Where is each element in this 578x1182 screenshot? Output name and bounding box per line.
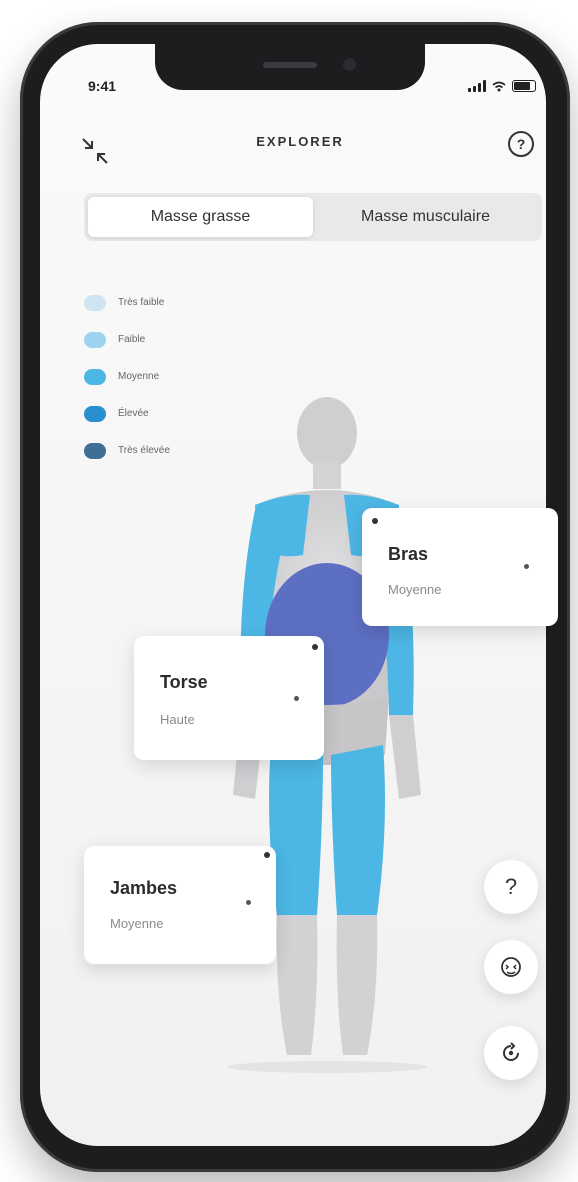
card-subtitle: Moyenne (388, 582, 442, 597)
region-card-bras[interactable]: Bras Moyenne (362, 508, 558, 626)
legend-item: Très élevée (84, 432, 170, 469)
card-title: Jambes (110, 878, 178, 898)
legend-label: Élevée (118, 408, 149, 419)
legend: Très faible Faible Moyenne Élevée Très é… (84, 284, 170, 469)
wifi-icon (492, 81, 506, 91)
segment-masse-grasse[interactable]: Masse grasse (88, 197, 313, 237)
card-subtitle: Haute (160, 712, 195, 727)
legend-label: Faible (118, 334, 146, 345)
region-card-jambes[interactable]: Jambes Moyenne (84, 846, 276, 964)
notch (155, 44, 425, 90)
legend-swatch (84, 294, 106, 311)
card-title: Torse (160, 672, 208, 692)
camera (343, 58, 356, 71)
legend-label: Très élevée (118, 445, 170, 456)
help-fab-button[interactable]: ? (484, 860, 538, 914)
rotate-view-button[interactable] (484, 1026, 538, 1080)
speaker (263, 62, 317, 68)
legend-item: Moyenne (84, 358, 170, 395)
collapse-arrows-icon[interactable] (80, 136, 110, 166)
anchor-dot (264, 852, 270, 858)
mass-type-segmented-control: Masse grasse Masse musculaire (84, 193, 542, 241)
card-indicator (294, 696, 299, 701)
battery-icon (512, 80, 536, 92)
rotate-icon (503, 1042, 519, 1061)
legend-label: Moyenne (118, 371, 160, 382)
anchor-dot (312, 644, 318, 650)
segment-masse-musculaire[interactable]: Masse musculaire (313, 197, 538, 237)
status-icons (468, 80, 536, 92)
card-subtitle: Moyenne (110, 916, 164, 931)
region-card-torse[interactable]: Torse Haute (134, 636, 324, 760)
legend-item: Élevée (84, 395, 170, 432)
home-indicator[interactable] (228, 1148, 408, 1154)
face-scan-button[interactable] (484, 940, 538, 994)
page-title: EXPLORER (256, 134, 344, 149)
legend-swatch (84, 331, 106, 348)
signal-icon (468, 80, 486, 92)
question-icon: ? (504, 874, 518, 899)
card-indicator (246, 900, 251, 905)
legend-swatch (84, 368, 106, 385)
legend-swatch (84, 405, 106, 422)
legend-item: Faible (84, 321, 170, 358)
card-title: Bras (388, 544, 429, 564)
legend-swatch (84, 442, 106, 459)
legend-item: Très faible (84, 284, 170, 321)
card-indicator (524, 564, 529, 569)
face-scan-icon (501, 957, 521, 977)
legend-label: Très faible (118, 297, 165, 308)
anchor-dot (372, 518, 378, 524)
question-circle-icon[interactable]: ? (508, 131, 534, 157)
status-time: 9:41 (88, 78, 117, 94)
